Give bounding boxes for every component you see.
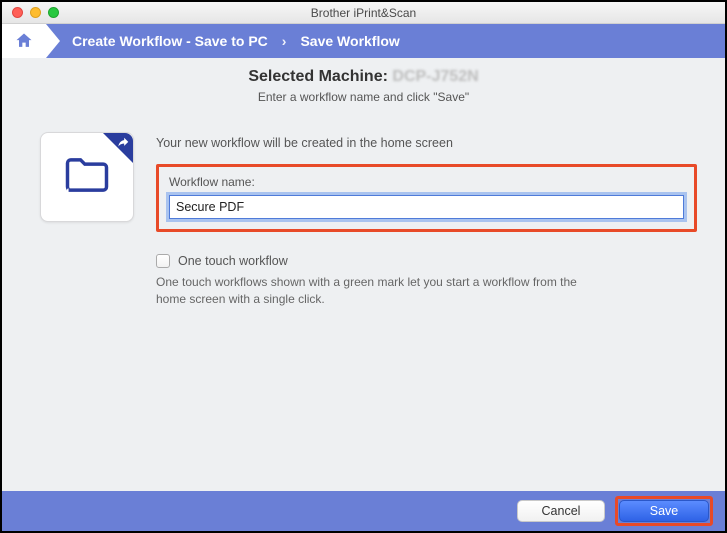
window-controls [2, 7, 59, 18]
zoom-icon[interactable] [48, 7, 59, 18]
info-text: Your new workflow will be created in the… [156, 136, 697, 150]
workflow-name-label: Workflow name: [169, 175, 684, 189]
selected-machine-model: DCP-J752N [392, 68, 478, 85]
one-touch-label: One touch workflow [178, 254, 288, 268]
minimize-icon[interactable] [30, 7, 41, 18]
workflow-name-input[interactable] [169, 195, 684, 219]
footer: Cancel Save [2, 491, 725, 531]
selected-machine-line: Selected Machine: DCP-J752N [2, 68, 725, 86]
home-icon [14, 31, 34, 51]
breadcrumb-step-1[interactable]: Create Workflow - Save to PC [72, 33, 268, 49]
cancel-button[interactable]: Cancel [517, 500, 605, 522]
breadcrumb-step-2: Save Workflow [300, 33, 399, 49]
one-touch-checkbox[interactable] [156, 254, 170, 268]
close-icon[interactable] [12, 7, 23, 18]
workflow-name-highlight: Workflow name: [156, 164, 697, 232]
share-icon [116, 136, 130, 155]
workflow-tile [40, 132, 134, 222]
window-title: Brother iPrint&Scan [2, 6, 725, 20]
titlebar: Brother iPrint&Scan [2, 2, 725, 24]
save-button-highlight: Save [615, 496, 713, 526]
home-button[interactable] [2, 24, 46, 58]
one-touch-description: One touch workflows shown with a green m… [156, 274, 586, 309]
save-button[interactable]: Save [619, 500, 709, 522]
content-area: Selected Machine: DCP-J752N Enter a work… [2, 58, 725, 491]
subtitle: Enter a workflow name and click "Save" [2, 90, 725, 104]
breadcrumb: Create Workflow - Save to PC › Save Work… [2, 24, 725, 58]
selected-machine-label: Selected Machine: [248, 68, 388, 85]
chevron-right-icon: › [282, 33, 287, 49]
